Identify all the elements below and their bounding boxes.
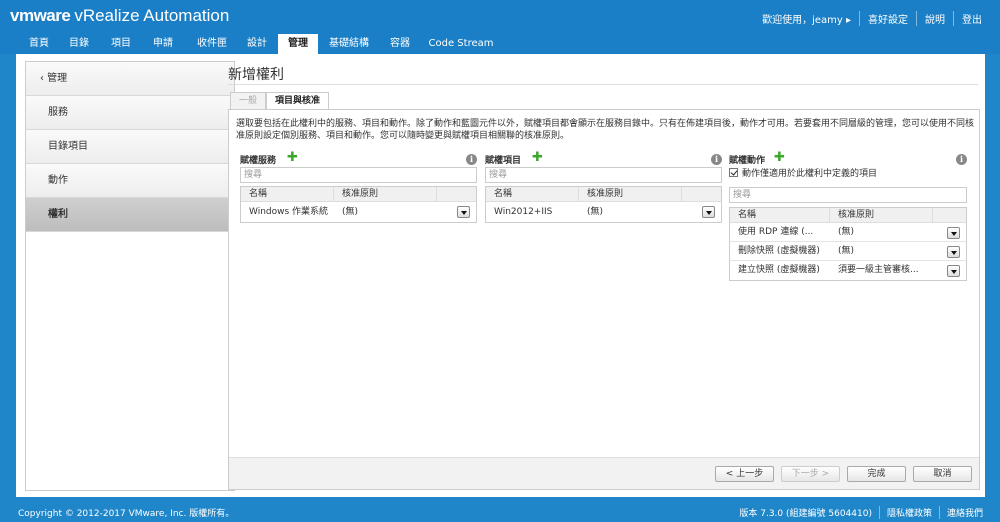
row-name: 建立快照 (虛擬機器) <box>738 265 820 275</box>
title-divider <box>228 84 978 85</box>
main-content: ‹ 管理 服務 目錄項目 動作 權利 新增權利 一般 項目與核准 選取要包括在此… <box>16 54 985 497</box>
column-name[interactable]: 名稱 <box>486 187 579 201</box>
sidebar-item-actions[interactable]: 動作 <box>26 164 234 198</box>
tab-home[interactable]: 首頁 <box>22 34 56 54</box>
tab-inbox[interactable]: 收件匣 <box>190 34 234 54</box>
services-table: 名稱 核准原則 Windows 作業系統 (無) <box>240 186 477 223</box>
column-approval-policy[interactable]: 核准原則 <box>579 187 682 201</box>
column-name[interactable]: 名稱 <box>241 187 334 201</box>
actions-table: 名稱 核准原則 使用 RDP 連線 (... (無) 刪除快照 (虛擬機器) (… <box>729 207 967 281</box>
copyright-text: Copyright © 2012-2017 VMware, Inc. 版權所有。 <box>18 509 235 519</box>
sidebar-item-entitlements[interactable]: 權利 <box>26 198 234 232</box>
footer-links: 版本 7.3.0 (組建編號 5604410) 隱私權政策 連絡我們 <box>732 506 990 519</box>
add-service-icon[interactable]: ✚ <box>287 150 298 165</box>
version-text: 版本 7.3.0 (組建編號 5604410) <box>739 509 872 519</box>
column-approval-policy[interactable]: 核准原則 <box>334 187 437 201</box>
brand-logo: vmware vRealize Automation <box>10 6 229 26</box>
tab-code-stream[interactable]: Code Stream <box>428 34 494 54</box>
actions-info-icon[interactable]: i <box>956 154 967 165</box>
column-approval-policy[interactable]: 核准原則 <box>830 208 933 222</box>
row-name: 刪除快照 (虛擬機器) <box>738 246 820 256</box>
tab-design[interactable]: 設計 <box>240 34 274 54</box>
items-search-input[interactable]: 搜尋 <box>485 167 722 183</box>
page-footer: Copyright © 2012-2017 VMware, Inc. 版權所有。… <box>0 502 1000 522</box>
table-row: Win2012+IIS (無) <box>486 202 721 222</box>
sidebar-item-services[interactable]: 服務 <box>26 96 234 130</box>
row-policy: (無) <box>838 227 855 237</box>
row-policy: (無) <box>587 207 604 217</box>
finish-button[interactable]: 完成 <box>847 466 906 482</box>
items-header: 賦權項目 ✚ i <box>485 150 722 167</box>
user-links: 歡迎使用，jeamy ▸ 喜好設定 說明 登出 <box>754 11 990 26</box>
previous-button[interactable]: < 上一步 <box>715 466 774 482</box>
description-text: 選取要包括在此權利中的服務、項目和動作。除了動作和藍圖元件以外，賦權項目都會顯示… <box>236 119 975 141</box>
contact-us-link[interactable]: 連絡我們 <box>938 506 990 519</box>
page-title: 新增權利 <box>228 67 284 83</box>
policy-dropdown-icon[interactable] <box>947 246 960 258</box>
entitled-actions-section: 賦權動作 ✚ i 動作僅適用於此權利中定義的項目 搜尋 名稱 核准原則 使用 R… <box>729 150 967 281</box>
add-item-icon[interactable]: ✚ <box>532 150 543 165</box>
services-title: 賦權服務 <box>240 156 277 166</box>
tab-catalog[interactable]: 目錄 <box>62 34 96 54</box>
entitled-services-section: 賦權服務 ✚ i 搜尋 名稱 核准原則 Windows 作業系統 (無) <box>240 150 477 223</box>
table-header: 名稱 核准原則 <box>730 208 966 223</box>
items-table: 名稱 核准原則 Win2012+IIS (無) <box>485 186 722 223</box>
actions-scope-checkbox[interactable] <box>729 168 738 177</box>
row-name: 使用 RDP 連線 (... <box>738 227 814 237</box>
services-header: 賦權服務 ✚ i <box>240 150 477 167</box>
entitled-items-section: 賦權項目 ✚ i 搜尋 名稱 核准原則 Win2012+IIS (無) <box>485 150 722 223</box>
actions-header: 賦權動作 ✚ i <box>729 150 967 167</box>
help-link[interactable]: 說明 <box>916 11 953 26</box>
add-action-icon[interactable]: ✚ <box>774 150 785 165</box>
actions-scope-label: 動作僅適用於此權利中定義的項目 <box>742 169 878 179</box>
row-policy: (無) <box>838 246 855 256</box>
cancel-button[interactable]: 取消 <box>913 466 972 482</box>
actions-scope-checkbox-row: 動作僅適用於此權利中定義的項目 <box>729 168 967 182</box>
table-header: 名稱 核准原則 <box>486 187 721 202</box>
items-title: 賦權項目 <box>485 156 522 166</box>
main-nav: 首頁 目錄 項目 申請 收件匣 設計 管理 基礎結構 容器 Code Strea… <box>0 34 1000 54</box>
vmware-logo: vmware <box>10 6 71 25</box>
row-policy: (無) <box>342 207 359 217</box>
policy-dropdown-icon[interactable] <box>457 206 470 218</box>
tab-items[interactable]: 項目 <box>104 34 138 54</box>
services-info-icon[interactable]: i <box>466 154 477 165</box>
welcome-user-menu[interactable]: 歡迎使用，jeamy ▸ <box>754 11 859 26</box>
row-name: Windows 作業系統 <box>249 207 329 217</box>
row-name: Win2012+IIS <box>494 207 553 217</box>
sidebar-item-catalog-items[interactable]: 目錄項目 <box>26 130 234 164</box>
entitlement-panel: 選取要包括在此權利中的服務、項目和動作。除了動作和藍圖元件以外，賦權項目都會顯示… <box>228 109 980 490</box>
top-header: vmware vRealize Automation 歡迎使用，jeamy ▸ 喜… <box>0 0 1000 34</box>
privacy-policy-link[interactable]: 隱私權政策 <box>878 506 939 519</box>
table-header: 名稱 核准原則 <box>241 187 476 202</box>
items-info-icon[interactable]: i <box>711 154 722 165</box>
policy-dropdown-icon[interactable] <box>947 265 960 277</box>
tab-administration[interactable]: 管理 <box>278 34 318 54</box>
product-name: vRealize Automation <box>74 6 230 25</box>
table-row: 使用 RDP 連線 (... (無) <box>730 223 966 242</box>
actions-search-input[interactable]: 搜尋 <box>729 187 967 203</box>
services-search-input[interactable]: 搜尋 <box>240 167 477 183</box>
left-sidebar: ‹ 管理 服務 目錄項目 動作 權利 <box>25 61 235 491</box>
column-name[interactable]: 名稱 <box>730 208 830 222</box>
preferences-link[interactable]: 喜好設定 <box>859 11 916 26</box>
tab-items-and-approvals[interactable]: 項目與核准 <box>266 92 330 110</box>
next-button[interactable]: 下一步 > <box>781 466 840 482</box>
wizard-footer: < 上一步 下一步 > 完成 取消 <box>229 457 979 489</box>
table-row: 建立快照 (虛擬機器) 須要一級主管審核... <box>730 261 966 280</box>
table-row: 刪除快照 (虛擬機器) (無) <box>730 242 966 261</box>
sidebar-back-administration[interactable]: ‹ 管理 <box>26 62 234 96</box>
tab-general[interactable]: 一般 <box>230 92 267 109</box>
policy-dropdown-icon[interactable] <box>947 227 960 239</box>
table-row: Windows 作業系統 (無) <box>241 202 476 222</box>
actions-title: 賦權動作 <box>729 156 766 166</box>
row-policy: 須要一級主管審核... <box>838 265 919 275</box>
logout-link[interactable]: 登出 <box>953 11 990 26</box>
tab-infrastructure[interactable]: 基礎結構 <box>324 34 374 54</box>
tab-containers[interactable]: 容器 <box>383 34 417 54</box>
tab-requests[interactable]: 申請 <box>146 34 180 54</box>
policy-dropdown-icon[interactable] <box>702 206 715 218</box>
